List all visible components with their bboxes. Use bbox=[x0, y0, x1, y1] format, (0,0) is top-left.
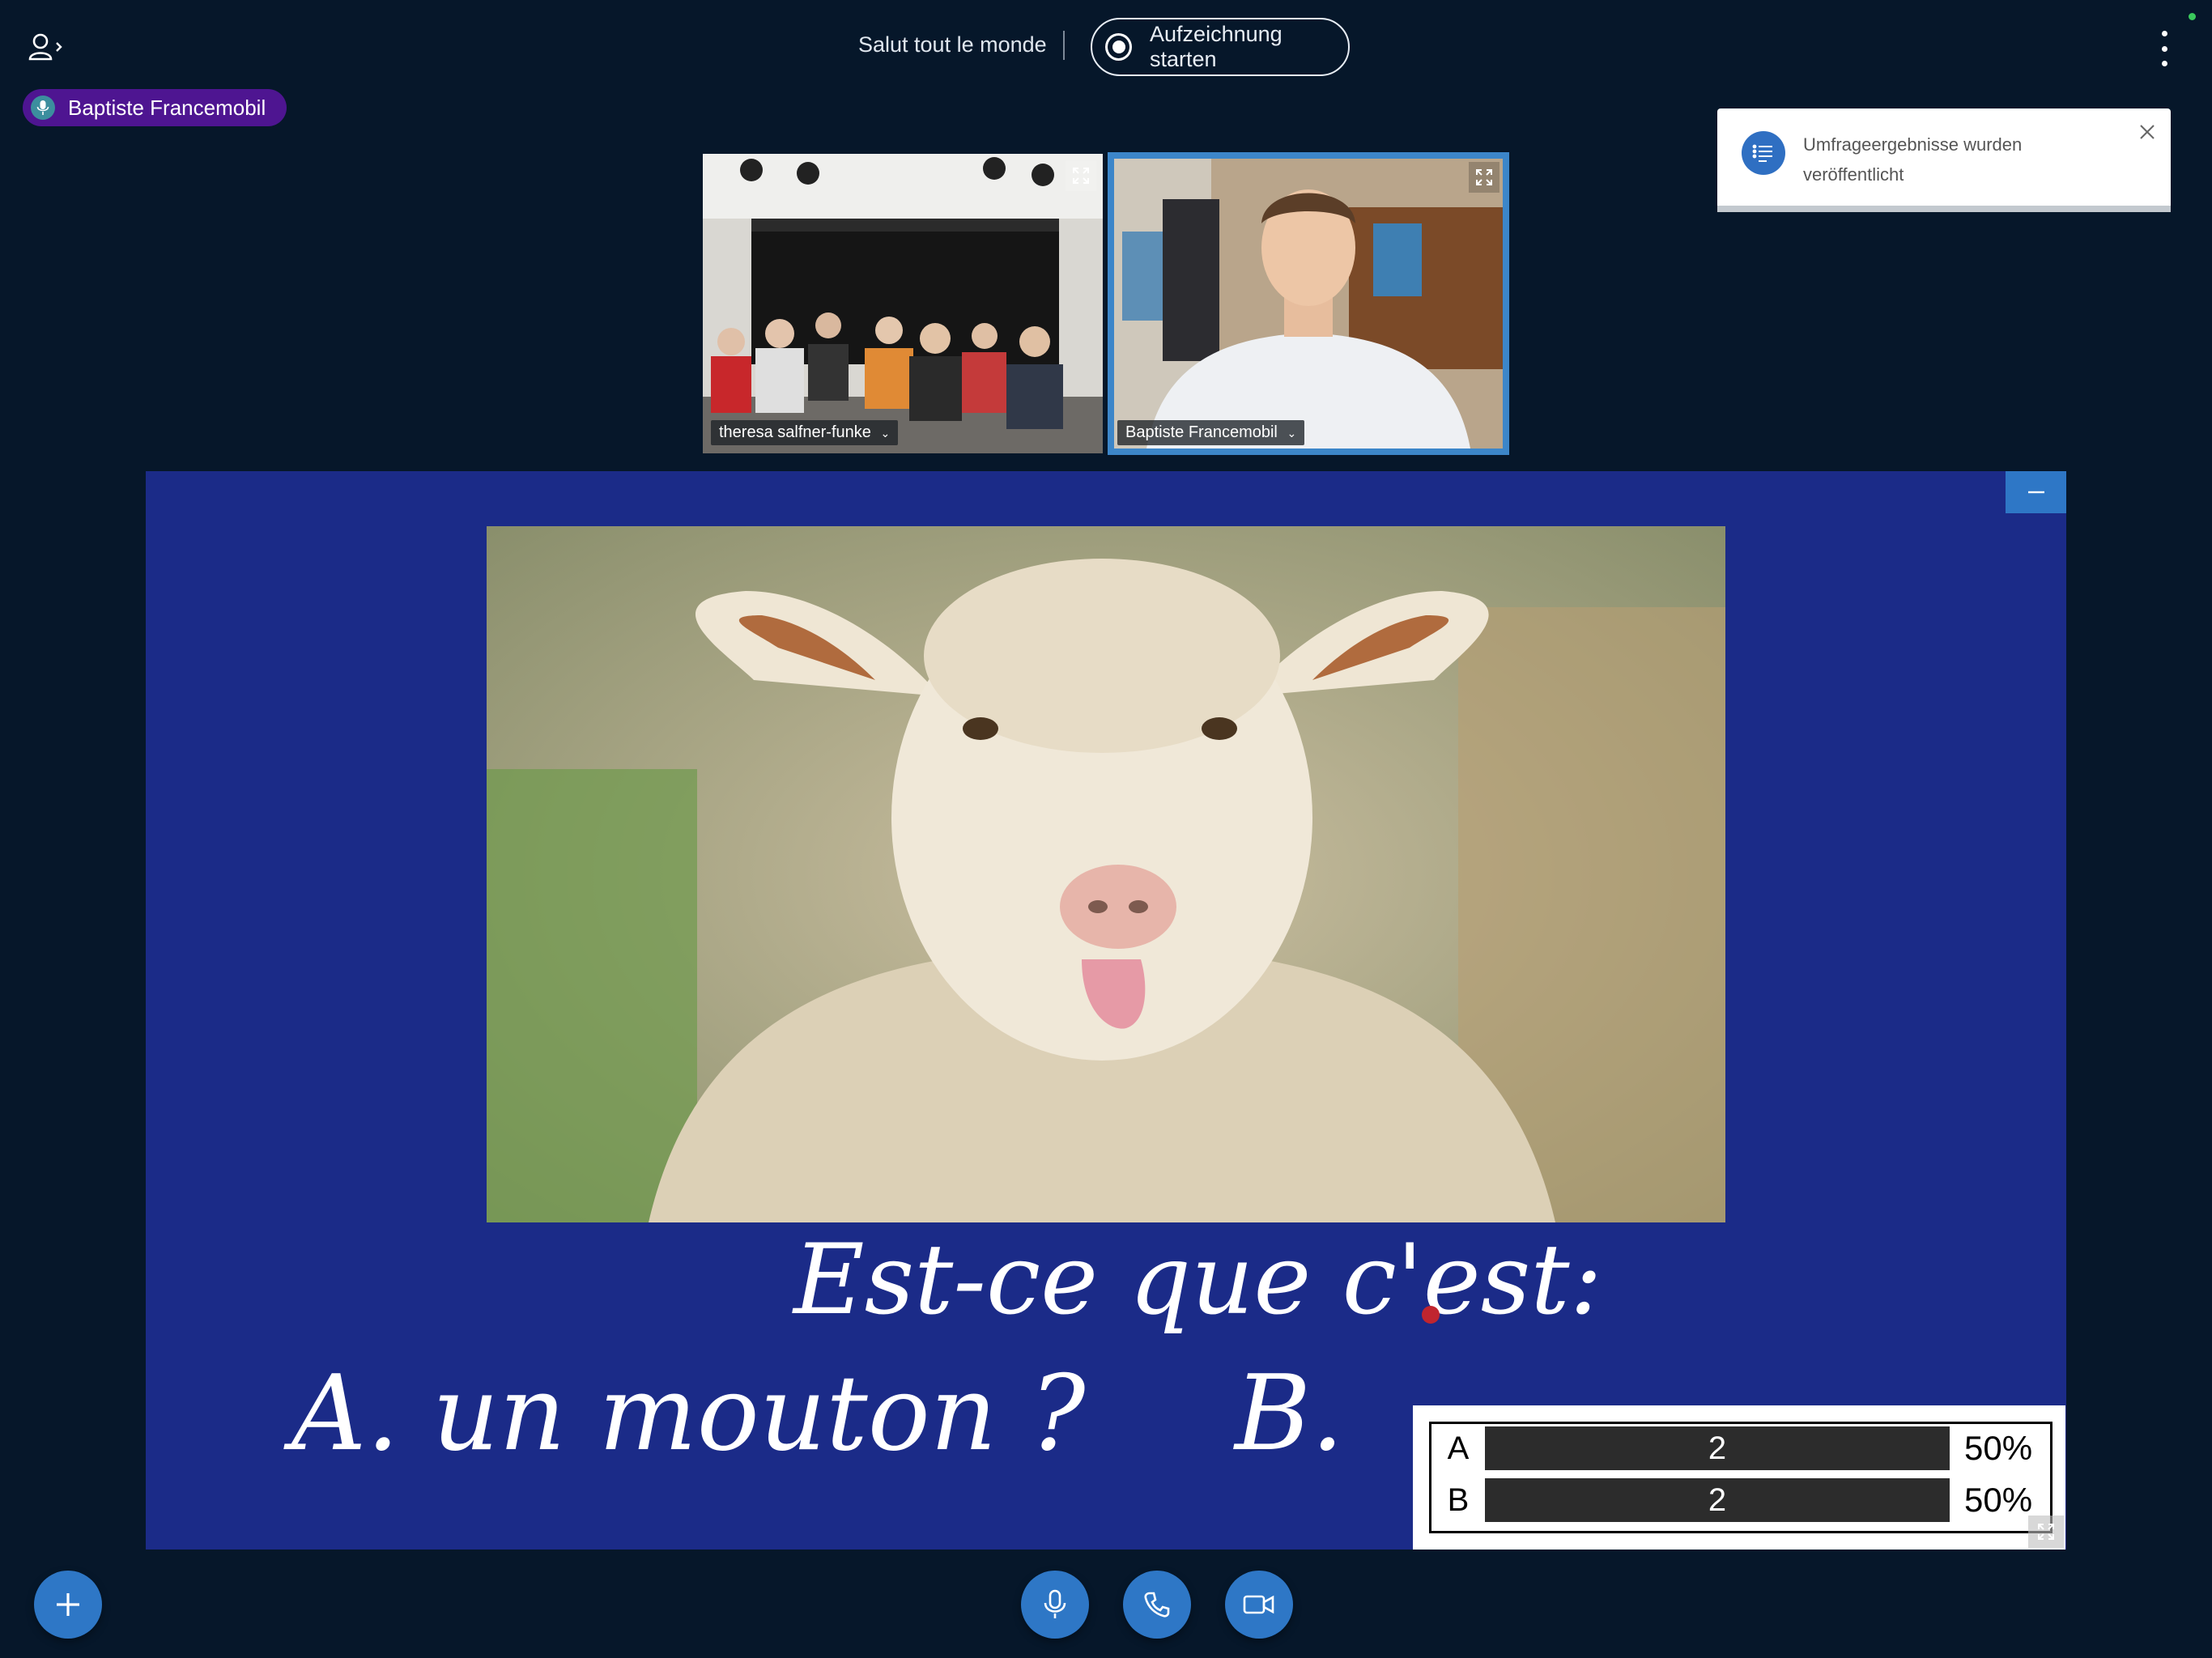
webcam-username-label: Baptiste Francemobil bbox=[1125, 423, 1278, 441]
poll-results-overlay: A 2 50% B 2 50% bbox=[1413, 1405, 2065, 1550]
fullscreen-button[interactable] bbox=[1066, 160, 1096, 191]
poll-option-key: A bbox=[1447, 1430, 1470, 1466]
chevron-down-icon: ⌄ bbox=[1287, 427, 1297, 440]
presentation-fullscreen-button[interactable] bbox=[2028, 1516, 2064, 1548]
close-icon bbox=[2140, 125, 2155, 139]
toast-message: Umfrageergebnisse wurden veröffentlicht bbox=[1803, 134, 2023, 185]
user-icon bbox=[28, 33, 62, 61]
fullscreen-button[interactable] bbox=[1469, 162, 1499, 193]
close-toast-button[interactable] bbox=[2135, 120, 2159, 144]
toast-progress-bar bbox=[1717, 206, 2171, 212]
notification-toast: Umfrageergebnisse wurden veröffentlicht bbox=[1717, 108, 2171, 212]
phone-icon bbox=[1144, 1592, 1170, 1618]
presenter-cursor bbox=[1422, 1306, 1440, 1324]
webcam-username-label: theresa salfner-funke bbox=[719, 423, 871, 441]
actions-button[interactable] bbox=[34, 1571, 102, 1639]
webcam-username[interactable]: theresa salfner-funke ⌄ bbox=[711, 420, 899, 445]
title-divider bbox=[1063, 31, 1065, 60]
webcam-username[interactable]: Baptiste Francemobil ⌄ bbox=[1117, 420, 1305, 445]
poll-vote-bar: 2 bbox=[1485, 1426, 1950, 1470]
poll-result-row: A 2 50% bbox=[1431, 1426, 2050, 1471]
more-dot-icon bbox=[2161, 31, 2167, 36]
webcam-video-feed bbox=[703, 154, 1103, 453]
chevron-down-icon: ⌄ bbox=[880, 427, 891, 440]
microphone-icon bbox=[1044, 1589, 1066, 1618]
talking-user-name: Baptiste Francemobil bbox=[68, 95, 266, 120]
minimize-presentation-button[interactable] bbox=[2006, 471, 2066, 513]
presentation-area[interactable]: Est-ce que c'est: A. un mouton ? B. bbox=[146, 471, 2066, 1550]
start-recording-label: Aufzeichnung starten bbox=[1150, 22, 1283, 71]
webcam-tile-active-speaker[interactable]: Baptiste Francemobil ⌄ bbox=[1108, 152, 1509, 455]
expand-icon bbox=[1073, 168, 1089, 184]
mute-button[interactable] bbox=[1021, 1571, 1089, 1639]
poll-result-row: B 2 50% bbox=[1431, 1477, 2050, 1523]
slide-question: Est-ce que c'est: bbox=[793, 1224, 1603, 1337]
webcam-video-feed bbox=[1114, 159, 1503, 449]
webcam-tile[interactable]: theresa salfner-funke ⌄ bbox=[703, 154, 1103, 453]
share-webcam-button[interactable] bbox=[1225, 1571, 1293, 1639]
user-list-toggle-button[interactable] bbox=[28, 29, 76, 65]
record-icon bbox=[1105, 33, 1133, 61]
minus-icon bbox=[2027, 491, 2044, 494]
microphone-icon bbox=[31, 96, 55, 120]
poll-icon bbox=[1742, 131, 1785, 175]
meeting-title: Salut tout le monde bbox=[858, 32, 1047, 57]
video-camera-icon bbox=[1243, 1595, 1274, 1614]
expand-icon bbox=[1476, 169, 1492, 185]
talking-indicator[interactable]: Baptiste Francemobil bbox=[23, 89, 287, 126]
sheep-photo bbox=[487, 526, 1725, 1222]
start-recording-button[interactable]: Aufzeichnung starten bbox=[1091, 18, 1350, 76]
poll-vote-bar: 2 bbox=[1485, 1478, 1950, 1522]
plus-icon bbox=[57, 1593, 79, 1616]
more-dot-icon bbox=[2161, 45, 2167, 52]
more-dot-icon bbox=[2161, 61, 2167, 66]
poll-results-table: A 2 50% B 2 50% bbox=[1429, 1422, 2052, 1533]
leave-audio-button[interactable] bbox=[1123, 1571, 1191, 1639]
expand-icon bbox=[2038, 1524, 2054, 1540]
poll-option-key: B bbox=[1447, 1482, 1470, 1518]
slide-option-b: B. bbox=[1235, 1354, 1344, 1474]
slide-option-a: A. un mouton ? bbox=[291, 1354, 1086, 1474]
poll-percent: 50% bbox=[1964, 1429, 2033, 1467]
poll-percent: 50% bbox=[1964, 1481, 2033, 1519]
options-menu-button[interactable] bbox=[2150, 31, 2179, 66]
connection-status-dot bbox=[2189, 13, 2196, 20]
